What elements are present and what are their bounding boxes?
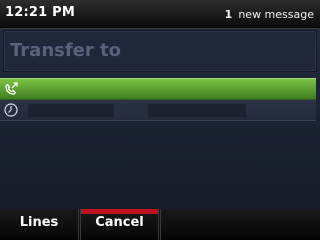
redacted-entry-name [28,104,114,117]
status-bar: 12:21 PM 1 new message [0,0,320,29]
phone-screen: 12:21 PM 1 new message Transfer to Lines… [0,0,320,240]
list-item-recent[interactable] [0,100,316,121]
clock-icon [3,102,19,118]
softkey-bar: Lines Cancel [0,209,320,240]
transfer-panel: Transfer to [0,29,320,209]
clock: 12:21 PM [5,5,75,20]
message-count: 1 [224,8,233,21]
phone-transfer-icon [3,81,19,97]
new-message-notification[interactable]: 1 new message [225,8,314,21]
lines-button[interactable]: Lines [0,209,79,240]
transfer-to-label: Transfer to [10,40,122,61]
list-item-selected[interactable] [0,78,316,100]
redacted-entry-number [148,104,246,117]
softkey-divider [160,209,161,240]
message-notice-label: new message [238,8,314,21]
cancel-button[interactable]: Cancel [80,209,159,240]
redacted-entry-separator [114,104,148,117]
transfer-to-field[interactable]: Transfer to [3,30,317,72]
